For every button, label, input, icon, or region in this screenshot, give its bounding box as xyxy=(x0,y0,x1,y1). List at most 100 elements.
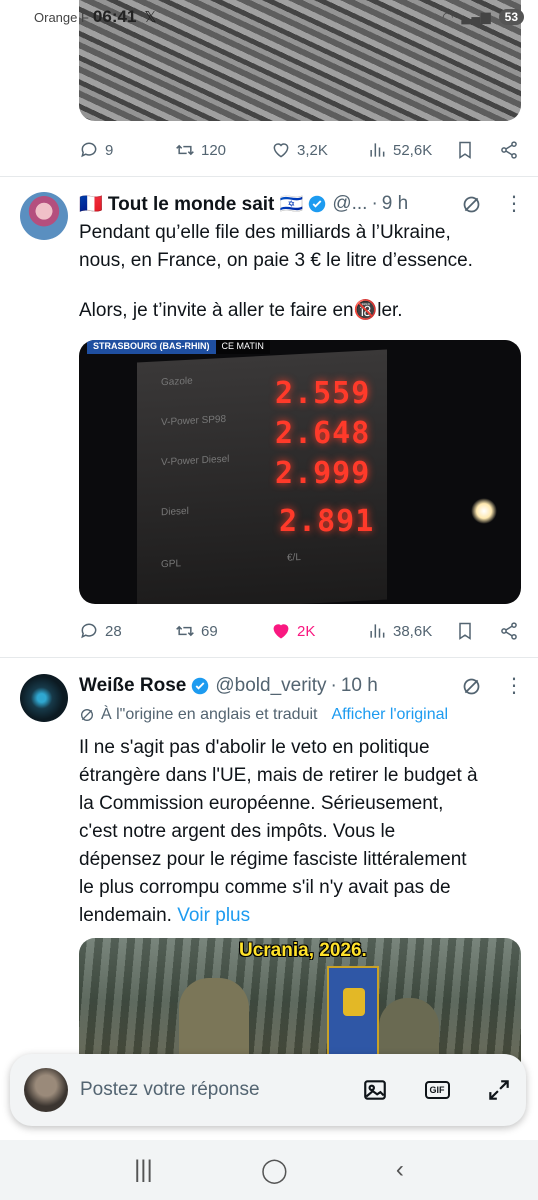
board-label: €/L xyxy=(287,551,301,564)
verified-badge-icon xyxy=(309,195,326,213)
tweet-time[interactable]: 9 h xyxy=(382,193,408,215)
reply-button[interactable]: 28 xyxy=(79,621,122,641)
wifi-icon: ◠ xyxy=(442,9,454,24)
banner-location: STRASBOURG (BAS-RHIN) xyxy=(87,340,216,354)
flag xyxy=(327,966,379,1056)
header-icons: ⋮ xyxy=(461,673,524,699)
expand-icon xyxy=(489,1080,509,1100)
retweet-icon xyxy=(176,625,194,637)
tweet-text-line: lendemain. Voir plus xyxy=(79,902,524,930)
board-label: V-Power Diesel xyxy=(161,453,230,469)
separator-dot: · xyxy=(371,193,378,214)
signal-icon: ▂▄▆ xyxy=(461,9,491,24)
tweet-text-line: étrangère dans l'UE, mais de retirer le … xyxy=(79,765,478,786)
bookmark-button[interactable] xyxy=(455,621,475,641)
translate-icon xyxy=(81,709,93,721)
carrier-label: Orange F xyxy=(34,9,89,25)
reply-button[interactable]: 9 xyxy=(79,140,113,160)
heart-icon xyxy=(273,143,289,158)
divider xyxy=(0,657,538,658)
like-count: 3,2K xyxy=(297,141,328,159)
author-handle[interactable]: @... xyxy=(332,193,367,215)
views-icon xyxy=(370,143,385,157)
divider xyxy=(0,176,538,177)
user-avatar xyxy=(24,1068,68,1112)
avatar[interactable] xyxy=(20,674,68,722)
share-button[interactable] xyxy=(499,140,519,160)
tweet-actions: 28 69 2K 38,6K xyxy=(79,619,521,643)
board-label: V-Power SP98 xyxy=(161,413,227,429)
share-button[interactable] xyxy=(499,621,519,641)
tweet-text-last: lendemain. xyxy=(79,905,172,926)
grok-icon[interactable] xyxy=(461,194,482,215)
views-button[interactable]: 52,6K xyxy=(367,140,432,160)
views-count: 38,6K xyxy=(393,622,433,640)
reply-icon xyxy=(81,142,97,158)
price-value: 2.999 xyxy=(275,456,371,491)
share-icon xyxy=(501,622,517,640)
image-caption: Ucrania, 2026. xyxy=(239,940,367,961)
price-value: 2.559 xyxy=(275,376,371,411)
like-button[interactable]: 2K xyxy=(271,621,315,641)
tweet-time[interactable]: 10 h xyxy=(341,675,378,697)
more-options-icon[interactable]: ⋮ xyxy=(504,194,524,214)
retweet-count: 120 xyxy=(201,141,227,159)
views-icon xyxy=(370,624,385,638)
verified-badge-icon xyxy=(192,677,209,695)
street-lamp xyxy=(471,498,497,524)
reply-input[interactable]: Postez votre réponse xyxy=(80,1079,326,1101)
author-name[interactable]: Weiße Rose xyxy=(79,675,186,697)
views-count: 52,6K xyxy=(393,141,433,159)
reply-composer[interactable]: Postez votre réponse GIF xyxy=(10,1054,526,1126)
clock: 06:41 xyxy=(92,7,137,26)
price-value: 2.891 xyxy=(279,504,375,539)
show-more-link[interactable]: Voir plus xyxy=(177,905,250,926)
bookmark-icon xyxy=(459,141,471,159)
status-icons: ◠ ▂▄▆ 53 xyxy=(442,9,524,25)
expand-button[interactable] xyxy=(486,1077,512,1103)
tweet-text: Pendant qu’elle file des milliards à l’U… xyxy=(79,219,524,325)
heart-filled-icon xyxy=(273,624,289,639)
reply-count: 28 xyxy=(105,622,122,640)
retweet-count: 69 xyxy=(201,622,218,640)
tweet-header: Weiße Rose @bold_verity · 10 h ⋮ xyxy=(79,673,524,699)
retweet-button[interactable]: 69 xyxy=(175,621,218,641)
banner-time: CE MATIN xyxy=(215,340,270,354)
author-name[interactable]: 🇫🇷 Tout le monde sait 🇮🇱 xyxy=(79,192,303,216)
price-value: 2.648 xyxy=(275,416,371,451)
tweet-image-gas-prices[interactable]: STRASBOURG (BAS-RHIN) CE MATIN Gazole V-… xyxy=(79,340,521,604)
add-gif-button[interactable]: GIF xyxy=(424,1077,450,1103)
show-original-link[interactable]: Afficher l'original xyxy=(331,706,448,724)
views-button[interactable]: 38,6K xyxy=(367,621,432,641)
tweet-actions: 9 120 3,2K 52,6K xyxy=(79,138,521,162)
home-icon[interactable]: ◯ xyxy=(261,1156,288,1185)
x-logo-icon: 𝕏 xyxy=(144,9,157,26)
recent-apps-icon[interactable]: ||| xyxy=(134,1156,153,1184)
tweet-text: Il ne s'agit pas d'abolir le veto en pol… xyxy=(79,734,524,930)
tweet-text-line: Il ne s'agit pas d'abolir le veto en pol… xyxy=(79,737,430,758)
back-icon[interactable]: ‹ xyxy=(396,1156,404,1184)
tweet-text-line: Alors, je t’invite à aller te faire en🔞l… xyxy=(79,300,403,321)
tweet-text-line: dépensez pour le régime fasciste littéra… xyxy=(79,849,467,870)
bookmark-button[interactable] xyxy=(455,140,475,160)
like-button[interactable]: 3,2K xyxy=(271,140,328,160)
translation-note: À l"origine en anglais et traduit xyxy=(101,706,318,723)
tweet-text-line: c'est notre argent des impôts. Vous le xyxy=(79,821,396,842)
tweet-text-line: le plus corrompu comme s'il n'y avait pa… xyxy=(79,877,451,898)
news-banner: STRASBOURG (BAS-RHIN) CE MATIN xyxy=(87,340,270,354)
like-count: 2K xyxy=(297,622,316,640)
tweet-header: 🇫🇷 Tout le monde sait 🇮🇱 @... · 9 h ⋮ xyxy=(79,191,524,217)
board-label: Diesel xyxy=(161,505,189,519)
add-photo-button[interactable] xyxy=(362,1077,388,1103)
author-handle[interactable]: @bold_verity xyxy=(215,675,326,697)
more-options-icon[interactable]: ⋮ xyxy=(504,676,524,696)
translation-notice: À l"origine en anglais et traduit Affich… xyxy=(79,706,524,724)
retweet-button[interactable]: 120 xyxy=(175,140,226,160)
retweet-icon xyxy=(176,144,194,156)
grok-icon[interactable] xyxy=(461,676,482,697)
bookmark-icon xyxy=(459,622,471,640)
system-navigation-bar: ||| ◯ ‹ xyxy=(0,1140,538,1200)
image-icon xyxy=(364,1080,386,1100)
reply-icon xyxy=(81,623,97,639)
avatar[interactable] xyxy=(20,192,68,240)
